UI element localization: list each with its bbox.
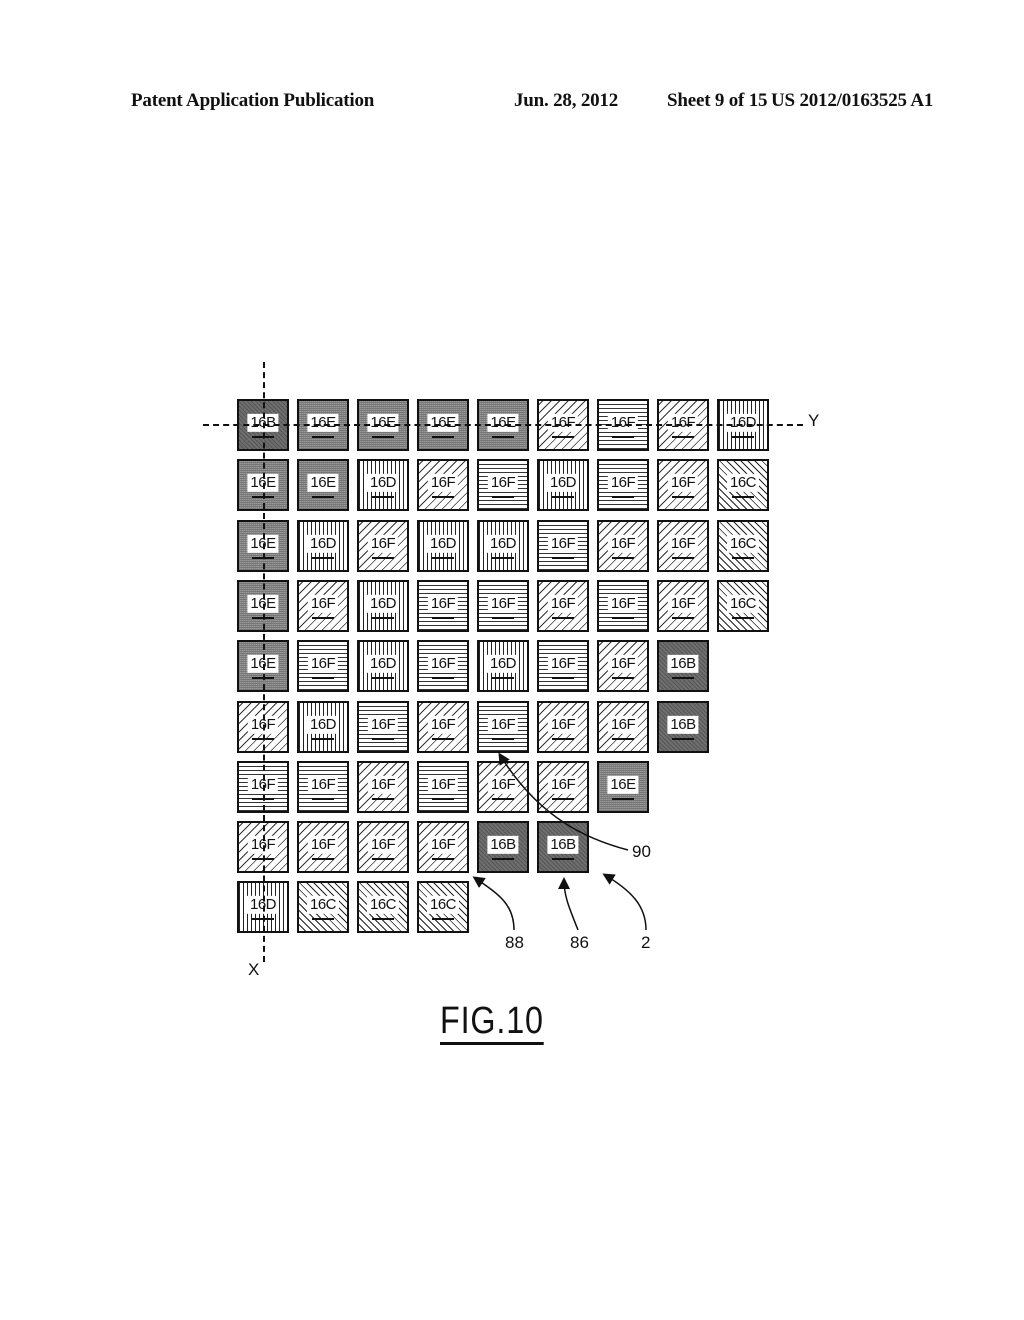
- leader-90: [498, 752, 629, 851]
- leader-lines: [472, 752, 647, 931]
- leader-88: [472, 876, 515, 931]
- reference-numeral-88: 88: [505, 933, 524, 952]
- reference-numeral-90: 90: [632, 842, 651, 861]
- leader-2: [602, 873, 647, 931]
- reference-numeral-2: 2: [641, 933, 651, 952]
- leader-86: [558, 877, 579, 931]
- figure-label: FIG.10: [440, 1002, 544, 1045]
- reference-numeral-86: 86: [570, 933, 589, 952]
